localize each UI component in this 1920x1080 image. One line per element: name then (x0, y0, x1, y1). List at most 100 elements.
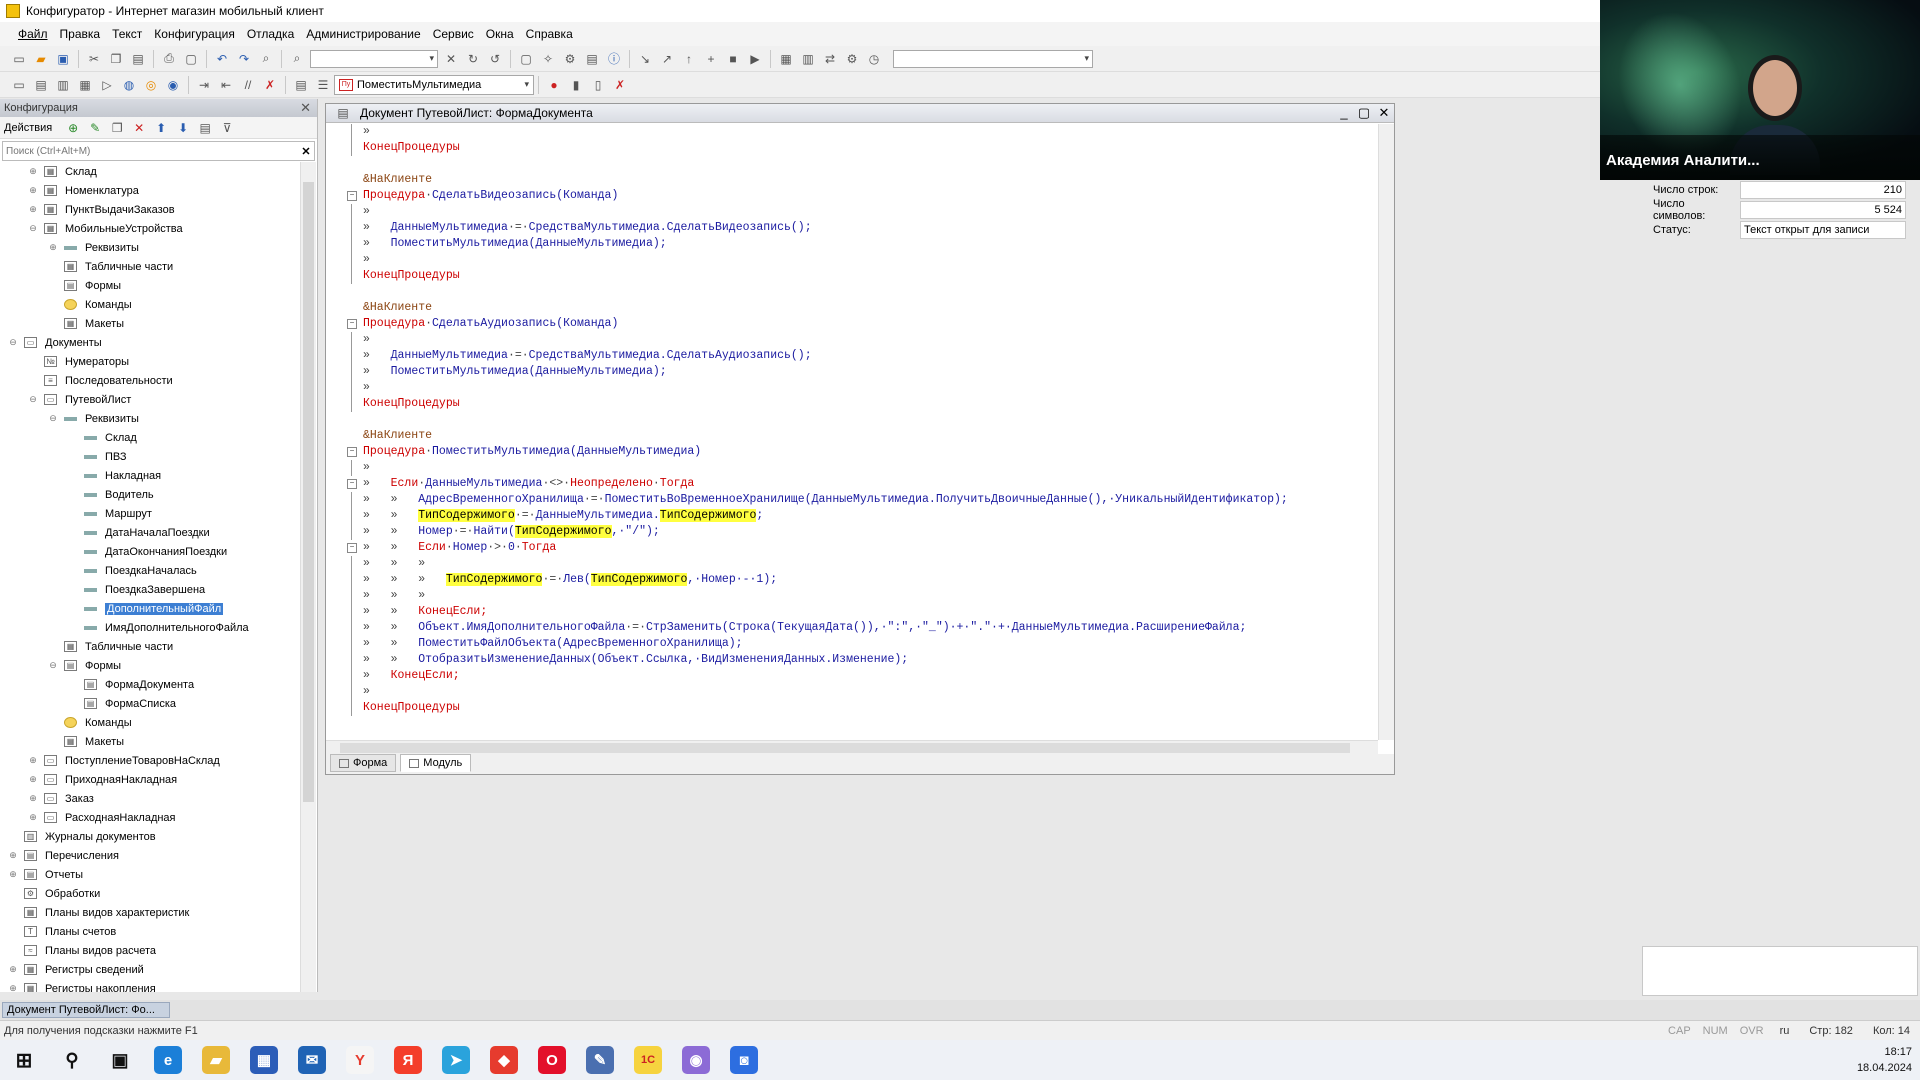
copy-icon[interactable]: ❐ (107, 50, 125, 68)
add-icon[interactable]: ⊕ (64, 119, 82, 137)
tree-node[interactable]: ▦ Табличные части (0, 637, 300, 656)
new-file-icon[interactable]: ▭ (10, 50, 28, 68)
layout-icon[interactable]: ▥ (799, 50, 817, 68)
expand-icon[interactable]: ⊕ (28, 204, 38, 215)
continue-icon[interactable]: ▶ (746, 50, 764, 68)
tree-scrollbar[interactable] (300, 162, 316, 992)
clear-search-icon[interactable]: ✕ (298, 145, 314, 158)
tree-node[interactable]: ≈ Планы видов расчета (0, 941, 300, 960)
tree-node[interactable]: ПоездкаНачалась (0, 561, 300, 580)
code-line[interactable]: − Процедура·СделатьВидеозапись(Команда) (326, 188, 1378, 204)
code-line[interactable]: » » Номер·=·Найти(ТипСодержимого,·"/"); (326, 524, 1378, 540)
code-line[interactable]: − Процедура·СделатьАудиозапись(Команда) (326, 316, 1378, 332)
menu-item[interactable]: Текст (106, 27, 148, 41)
telegram-icon[interactable]: ➤ (442, 1046, 470, 1074)
procedure-select[interactable]: Пу ПоместитьМультимедиа ▾ (334, 74, 534, 95)
code-line[interactable]: » (326, 204, 1378, 220)
code-line[interactable] (326, 156, 1378, 172)
code-line[interactable]: » » ОтобразитьИзменениеДанных(Объект.Ссы… (326, 652, 1378, 668)
save-icon[interactable]: ▣ (54, 50, 72, 68)
tree-node[interactable]: ⊕ Реквизиты (0, 238, 300, 257)
window-icon[interactable]: ▢ (517, 50, 535, 68)
tree-node[interactable]: № Нумераторы (0, 352, 300, 371)
compare-icon[interactable]: ⇄ (821, 50, 839, 68)
code-line[interactable]: » » КонецЕсли; (326, 604, 1378, 620)
start-icon[interactable]: ⊞ (10, 1046, 38, 1074)
code-line[interactable]: » (326, 252, 1378, 268)
module-text-icon[interactable]: ▤ (32, 76, 50, 94)
code-line[interactable]: − Процедура·ПоместитьМультимедиа(ДанныеМу… (326, 444, 1378, 460)
expand-icon[interactable]: ⊕ (8, 983, 18, 992)
code-line[interactable]: » » Объект.ИмяДополнительногоФайла·=·Стр… (326, 620, 1378, 636)
fold-icon[interactable]: − (347, 447, 357, 457)
code-line[interactable]: −» Если · ДанныеМультимедиа·<>·Неопределен… (326, 476, 1378, 492)
comment-icon[interactable]: // (239, 76, 257, 94)
tree-node[interactable]: ⊖ ▭ ПутевойЛист (0, 390, 300, 409)
preview-icon[interactable]: ▢ (182, 50, 200, 68)
open-folder-icon[interactable]: ▰ (32, 50, 50, 68)
procedures-list-icon[interactable]: ☰ (314, 76, 332, 94)
tab-module[interactable]: Модуль (400, 754, 472, 772)
wizard-icon[interactable]: ✧ (539, 50, 557, 68)
find-in-text-icon[interactable]: ⌕ (288, 50, 306, 68)
scrollbar-thumb[interactable] (340, 743, 1350, 753)
minimize-icon[interactable]: _ (1334, 105, 1354, 121)
grid-icon[interactable]: ▦ (777, 50, 795, 68)
bookmark-next-icon[interactable]: ▯ (589, 76, 607, 94)
clock-icon[interactable]: ◷ (865, 50, 883, 68)
expand-icon[interactable]: ⊕ (28, 812, 38, 823)
tree-node[interactable]: ⊕ ▭ Заказ (0, 789, 300, 808)
mail-icon[interactable]: ✉ (298, 1046, 326, 1074)
collapse-icon[interactable]: ⊖ (48, 660, 58, 671)
indent-icon[interactable]: ⇥ (195, 76, 213, 94)
edit-icon[interactable]: ✎ (86, 119, 104, 137)
tree-node[interactable]: ⊕ ▦ ПунктВыдачиЗаказов (0, 200, 300, 219)
cut-icon[interactable]: ✂ (85, 50, 103, 68)
store-icon[interactable]: ▦ (250, 1046, 278, 1074)
explorer-icon[interactable]: ▰ (202, 1046, 230, 1074)
tree-node[interactable]: ⊕ ▭ РасходнаяНакладная (0, 808, 300, 827)
code-editor[interactable]: » КонецПроцедуры &НаКлиенте − Процедура·Сдел… (326, 124, 1378, 740)
code-line[interactable]: » (326, 332, 1378, 348)
tree-node[interactable]: Водитель (0, 485, 300, 504)
menu-item[interactable]: Администрирование (300, 27, 426, 41)
tree-node[interactable]: ▦ Макеты (0, 314, 300, 333)
database-icon[interactable]: ◉ (164, 76, 182, 94)
zoom-icon[interactable]: ◙ (730, 1046, 758, 1074)
code-line[interactable]: » (326, 684, 1378, 700)
object-icon[interactable]: ◎ (142, 76, 160, 94)
syntax-assistant-icon[interactable]: ▤ (583, 50, 601, 68)
tree-node[interactable]: ▤ Формы (0, 276, 300, 295)
open-window-tab[interactable]: Документ ПутевойЛист: Фо... (2, 1002, 170, 1018)
outdent-icon[interactable]: ⇤ (217, 76, 235, 94)
code-line[interactable]: » (326, 460, 1378, 476)
format-icon[interactable]: ▤ (292, 76, 310, 94)
clear-search-icon[interactable]: ✕ (442, 50, 460, 68)
arrow-right-icon[interactable]: ▷ (98, 76, 116, 94)
form-icon[interactable]: ▭ (10, 76, 28, 94)
tree-node[interactable]: ⊕ ▤ Отчеты (0, 865, 300, 884)
tree-node[interactable]: ⊕ ▭ ПриходнаяНакладная (0, 770, 300, 789)
print-icon[interactable]: ⎙ (160, 50, 178, 68)
tree-node[interactable]: Накладная (0, 466, 300, 485)
menu-item[interactable]: Отладка (241, 27, 300, 41)
search-combo[interactable]: ▾ (310, 49, 438, 68)
tree-node[interactable]: ≡ Последовательности (0, 371, 300, 390)
move-up-icon[interactable]: ⬆ (152, 119, 170, 137)
debug-step-out-icon[interactable]: ↑ (680, 50, 698, 68)
tree-node[interactable]: ▤ ФормаДокумента (0, 675, 300, 694)
collapse-icon[interactable]: ⊖ (28, 223, 38, 234)
menu-item[interactable]: Сервис (427, 27, 480, 41)
undo-icon[interactable]: ↶ (213, 50, 231, 68)
editor-icon[interactable]: ▥ (54, 76, 72, 94)
tree-node[interactable]: ИмяДополнительногоФайла (0, 618, 300, 637)
code-line[interactable]: » » » (326, 588, 1378, 604)
tree-search-input[interactable] (3, 145, 298, 157)
globe-icon[interactable]: ◍ (120, 76, 138, 94)
code-line[interactable]: » » ТипСодержимого·=·ДанныеМультимедиа.Т… (326, 508, 1378, 524)
tree-node[interactable]: Маршрут (0, 504, 300, 523)
delete-icon[interactable]: ✕ (130, 119, 148, 137)
close-icon[interactable]: ✕ (300, 100, 311, 116)
tree-node[interactable]: Команды (0, 713, 300, 732)
debug-step-over-icon[interactable]: ↗ (658, 50, 676, 68)
